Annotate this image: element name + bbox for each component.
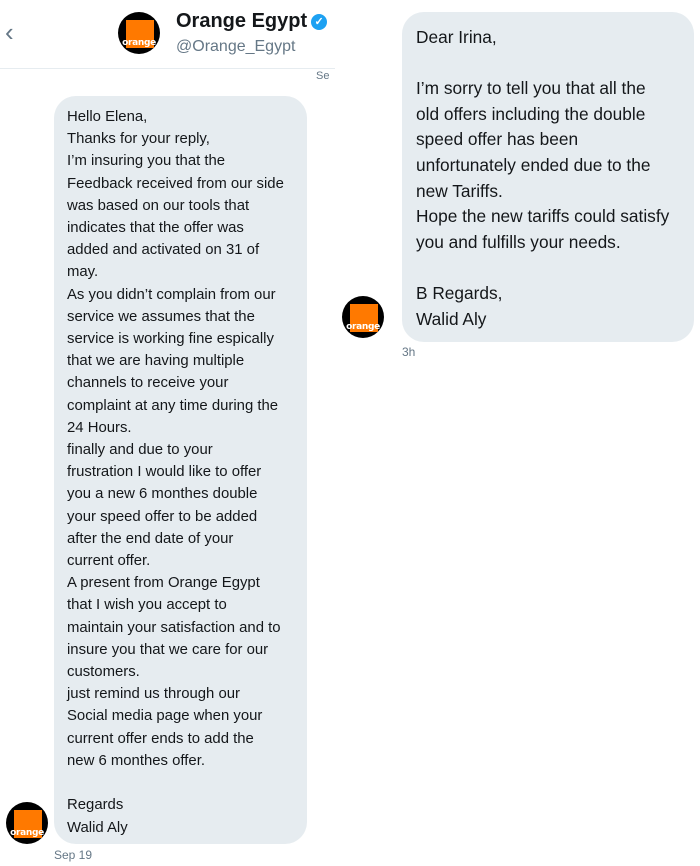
- orange-logo-text: orange: [10, 828, 44, 838]
- date-fragment: Se: [316, 70, 330, 82]
- conversation-header: ‹ orange Orange Egypt ✓ @Orange_Egypt: [0, 0, 335, 69]
- chevron-left-icon[interactable]: ‹: [5, 18, 14, 46]
- message-avatar-left[interactable]: orange: [6, 802, 48, 844]
- orange-logo-text: orange: [346, 322, 380, 332]
- message-bubble-right: Dear Irina, I’m sorry to tell you that a…: [402, 12, 694, 342]
- message-timestamp-left: Sep 19: [54, 848, 93, 862]
- message-avatar-right[interactable]: orange: [342, 296, 384, 338]
- message-timestamp-right: 3h: [402, 345, 416, 359]
- orange-logo-text: orange: [122, 38, 156, 48]
- account-name[interactable]: Orange Egypt ✓: [176, 10, 328, 33]
- account-name-text: Orange Egypt: [176, 10, 308, 32]
- orange-avatar[interactable]: orange: [118, 12, 160, 54]
- message-bubble-left: Hello Elena, Thanks for your reply, I’m …: [54, 96, 307, 844]
- account-handle[interactable]: @Orange_Egypt: [176, 38, 295, 56]
- verified-badge-icon: ✓: [311, 14, 328, 30]
- left-screenshot-panel: ‹ orange Orange Egypt ✓ @Orange_Egypt Se …: [0, 0, 340, 866]
